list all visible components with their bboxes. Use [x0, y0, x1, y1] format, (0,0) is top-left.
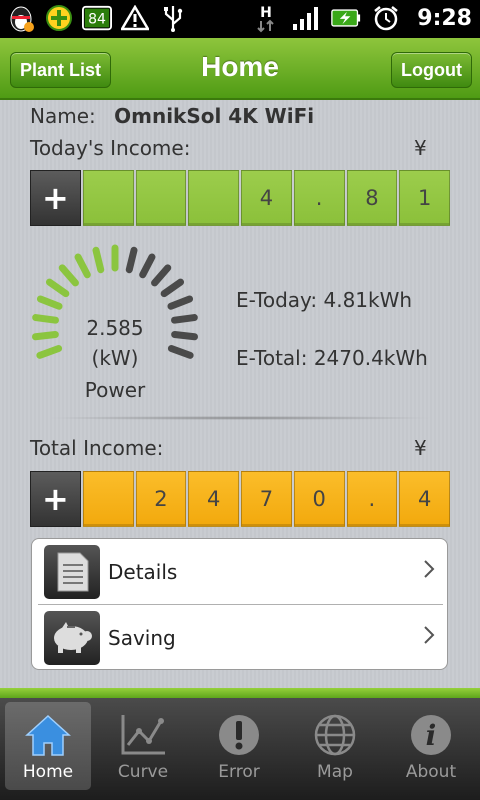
- total-income-currency: ¥: [414, 436, 427, 460]
- gauge-tick: [45, 278, 70, 298]
- gauge-tick: [74, 253, 91, 279]
- gauge-tick: [151, 264, 172, 287]
- logout-button[interactable]: Logout: [391, 52, 472, 88]
- network-data-icon: H: [251, 3, 281, 33]
- e-today-value: E-Today: 4.81kWh: [236, 288, 413, 312]
- total-income-digit: [82, 471, 134, 527]
- menu-list: Details Saving: [31, 538, 448, 670]
- today-income-digit: 1: [399, 170, 450, 226]
- tab-home[interactable]: Home: [5, 702, 91, 790]
- battery-level-text: 84: [88, 12, 106, 28]
- total-income-digit: 7: [241, 471, 292, 527]
- home-icon: [23, 710, 73, 760]
- today-income-digit: [82, 170, 134, 226]
- tab-label: Home: [22, 762, 74, 782]
- total-income-sign: +: [30, 471, 81, 527]
- power-unit: (kW): [91, 346, 139, 370]
- chevron-right-icon: [423, 559, 435, 585]
- signal-strength-icon: [291, 3, 321, 33]
- today-income-sign: +: [30, 170, 81, 226]
- power-value: 2.585: [86, 316, 144, 340]
- total-income-digit: 2: [135, 471, 187, 527]
- title-bar: Plant List Home Logout: [0, 38, 480, 100]
- today-income-counter: + 4 . 8 1: [30, 170, 450, 226]
- total-income-digit: 4: [399, 471, 450, 527]
- menu-item-saving[interactable]: Saving: [32, 605, 447, 669]
- power-label: Power: [84, 378, 146, 402]
- today-income-digit: 8: [346, 170, 398, 226]
- info-icon: i: [406, 710, 456, 760]
- plant-name-value: OmnikSol 4K WiFi: [114, 104, 315, 128]
- gauge-tick: [58, 264, 79, 287]
- warning-icon: [120, 3, 150, 33]
- menu-item-label: Details: [108, 559, 178, 584]
- piggy-bank-icon: [44, 610, 100, 665]
- svg-text:i: i: [426, 719, 437, 752]
- today-income-digit: [188, 170, 239, 226]
- today-income-digit: .: [293, 170, 345, 226]
- gauge-tick: [125, 246, 138, 274]
- section-divider: [45, 416, 435, 420]
- tab-about[interactable]: i About: [388, 702, 474, 790]
- total-income-digit: 0: [293, 471, 345, 527]
- gauge-tick: [167, 295, 194, 310]
- total-income-digit: 4: [188, 471, 239, 527]
- globe-icon: [310, 710, 360, 760]
- menu-item-details[interactable]: Details: [32, 539, 447, 604]
- gauge-tick: [92, 246, 105, 274]
- menu-item-label: Saving: [108, 625, 176, 650]
- tab-error[interactable]: Error: [196, 702, 282, 790]
- tab-label: Map: [317, 762, 353, 782]
- e-total-value: E-Total: 2470.4kWh: [236, 346, 428, 370]
- today-income-label: Today's Income:: [30, 136, 191, 160]
- alarm-clock-icon: [371, 3, 401, 33]
- error-icon: [214, 710, 264, 760]
- today-income-currency: ¥: [414, 136, 427, 160]
- battery-charging-icon: [331, 3, 361, 33]
- total-income-digit: .: [346, 471, 398, 527]
- add-plus-icon: [44, 3, 74, 33]
- tab-label: Curve: [117, 762, 169, 782]
- qq-penguin-icon: [6, 3, 36, 33]
- plant-name-row: Name: OmnikSol 4K WiFi: [30, 104, 314, 128]
- tabbar-accent-line: [0, 688, 480, 698]
- plant-name-label: Name:: [30, 104, 96, 128]
- usb-icon: [158, 3, 188, 33]
- tab-label: Error: [218, 762, 260, 782]
- total-income-counter: + 2 4 7 0 . 4: [30, 471, 450, 527]
- network-type-text: H: [260, 5, 272, 21]
- document-icon: [44, 544, 100, 599]
- chart-curve-icon: [118, 710, 168, 760]
- gauge-tick: [160, 278, 185, 298]
- bottom-tab-bar: Home Curve Error Map i About: [0, 698, 480, 800]
- tab-label: About: [405, 762, 457, 782]
- chevron-right-icon: [423, 625, 435, 651]
- status-bar: 84 H 9:28: [0, 0, 480, 38]
- today-income-digit: [135, 170, 187, 226]
- total-income-label: Total Income:: [30, 436, 164, 460]
- gauge-tick: [139, 253, 156, 279]
- today-income-digit: 4: [241, 170, 292, 226]
- battery-level-icon: 84: [82, 3, 112, 33]
- clock-time: 9:28: [417, 5, 472, 31]
- tab-map[interactable]: Map: [292, 702, 378, 790]
- home-content: Name: OmnikSol 4K WiFi Today's Income: ¥…: [0, 100, 480, 688]
- gauge-tick: [36, 295, 63, 310]
- tab-curve[interactable]: Curve: [100, 702, 186, 790]
